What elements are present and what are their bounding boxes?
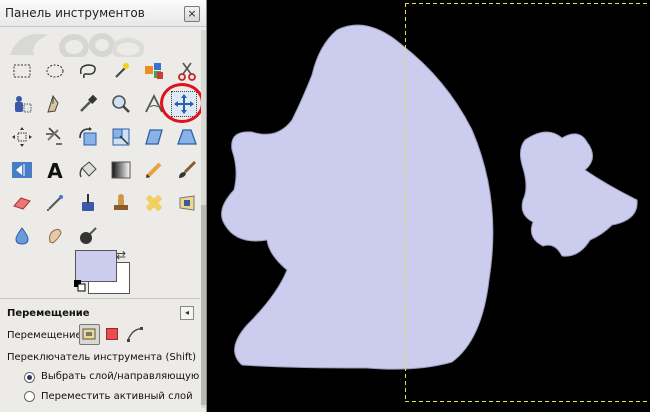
window-title: Панель инструментов [5,6,145,20]
select-by-color-icon[interactable] [141,58,167,84]
heal-icon[interactable] [141,190,167,216]
radio-move-active-layer-label: Переместить активный слой [41,391,193,402]
foreground-select-icon[interactable] [9,91,35,117]
smudge-icon[interactable] [42,223,68,249]
eraser-icon[interactable] [9,190,35,216]
rect-select-icon[interactable] [9,58,35,84]
scissors-icon[interactable] [174,58,200,84]
toolbox-window: Панель инструментов × A ⇄ Перемещение ◂ … [0,0,207,412]
window-titlebar[interactable]: Панель инструментов × [0,0,206,27]
close-button[interactable]: × [184,6,200,22]
paintbrush-icon[interactable] [174,157,200,183]
blur-icon[interactable] [9,223,35,249]
foreground-color-swatch[interactable] [75,250,117,282]
rotate-icon[interactable] [75,124,101,150]
wilber-drop-area[interactable] [0,27,207,57]
radio-pick-layer[interactable] [24,372,35,383]
align-icon[interactable] [9,124,35,150]
lasso-icon[interactable] [75,58,101,84]
pencil-icon[interactable] [141,157,167,183]
svg-text:A: A [47,159,63,181]
move-selection-mode-button[interactable] [106,328,118,340]
move-layer-mode-button[interactable] [79,324,100,345]
airbrush-icon[interactable] [42,190,68,216]
text-icon[interactable]: A [42,157,68,183]
swap-colors-icon[interactable]: ⇄ [116,248,130,262]
ellipse-select-icon[interactable] [42,58,68,84]
paths-icon[interactable] [42,91,68,117]
image-canvas[interactable] [207,0,650,412]
zoom-icon[interactable] [108,91,134,117]
perspective-icon[interactable] [174,124,200,150]
small-blob-shape [519,131,638,257]
move-path-mode-button[interactable] [125,324,145,344]
perspective-clone-icon[interactable] [174,190,200,216]
shear-icon[interactable] [141,124,167,150]
scrollbar-thumb[interactable] [201,205,206,405]
bucket-fill-icon[interactable] [75,157,101,183]
crop-icon[interactable] [42,124,68,150]
tool-options-menu-button[interactable]: ◂ [180,306,194,320]
dodge-burn-icon[interactable] [75,223,101,249]
default-colors-icon[interactable] [74,280,86,292]
flip-icon[interactable] [9,157,35,183]
tool-options-title: Перемещение [7,308,90,319]
blend-icon[interactable] [108,157,134,183]
scale-icon[interactable] [108,124,134,150]
layer-icon [82,328,96,340]
fuzzy-select-icon[interactable] [108,58,134,84]
move-mode-label: Перемещение: [7,330,85,341]
clone-icon[interactable] [108,190,134,216]
highlight-circle [160,83,204,123]
radio-pick-layer-label: Выбрать слой/направляющую [41,371,200,382]
large-blob-shape [221,24,494,370]
color-picker-icon[interactable] [75,91,101,117]
ink-icon[interactable] [75,190,101,216]
divider [0,298,200,299]
radio-move-active-layer[interactable] [24,391,35,402]
canvas-drawing [221,3,650,402]
tool-switch-label: Переключатель инструмента (Shift) [7,352,197,363]
